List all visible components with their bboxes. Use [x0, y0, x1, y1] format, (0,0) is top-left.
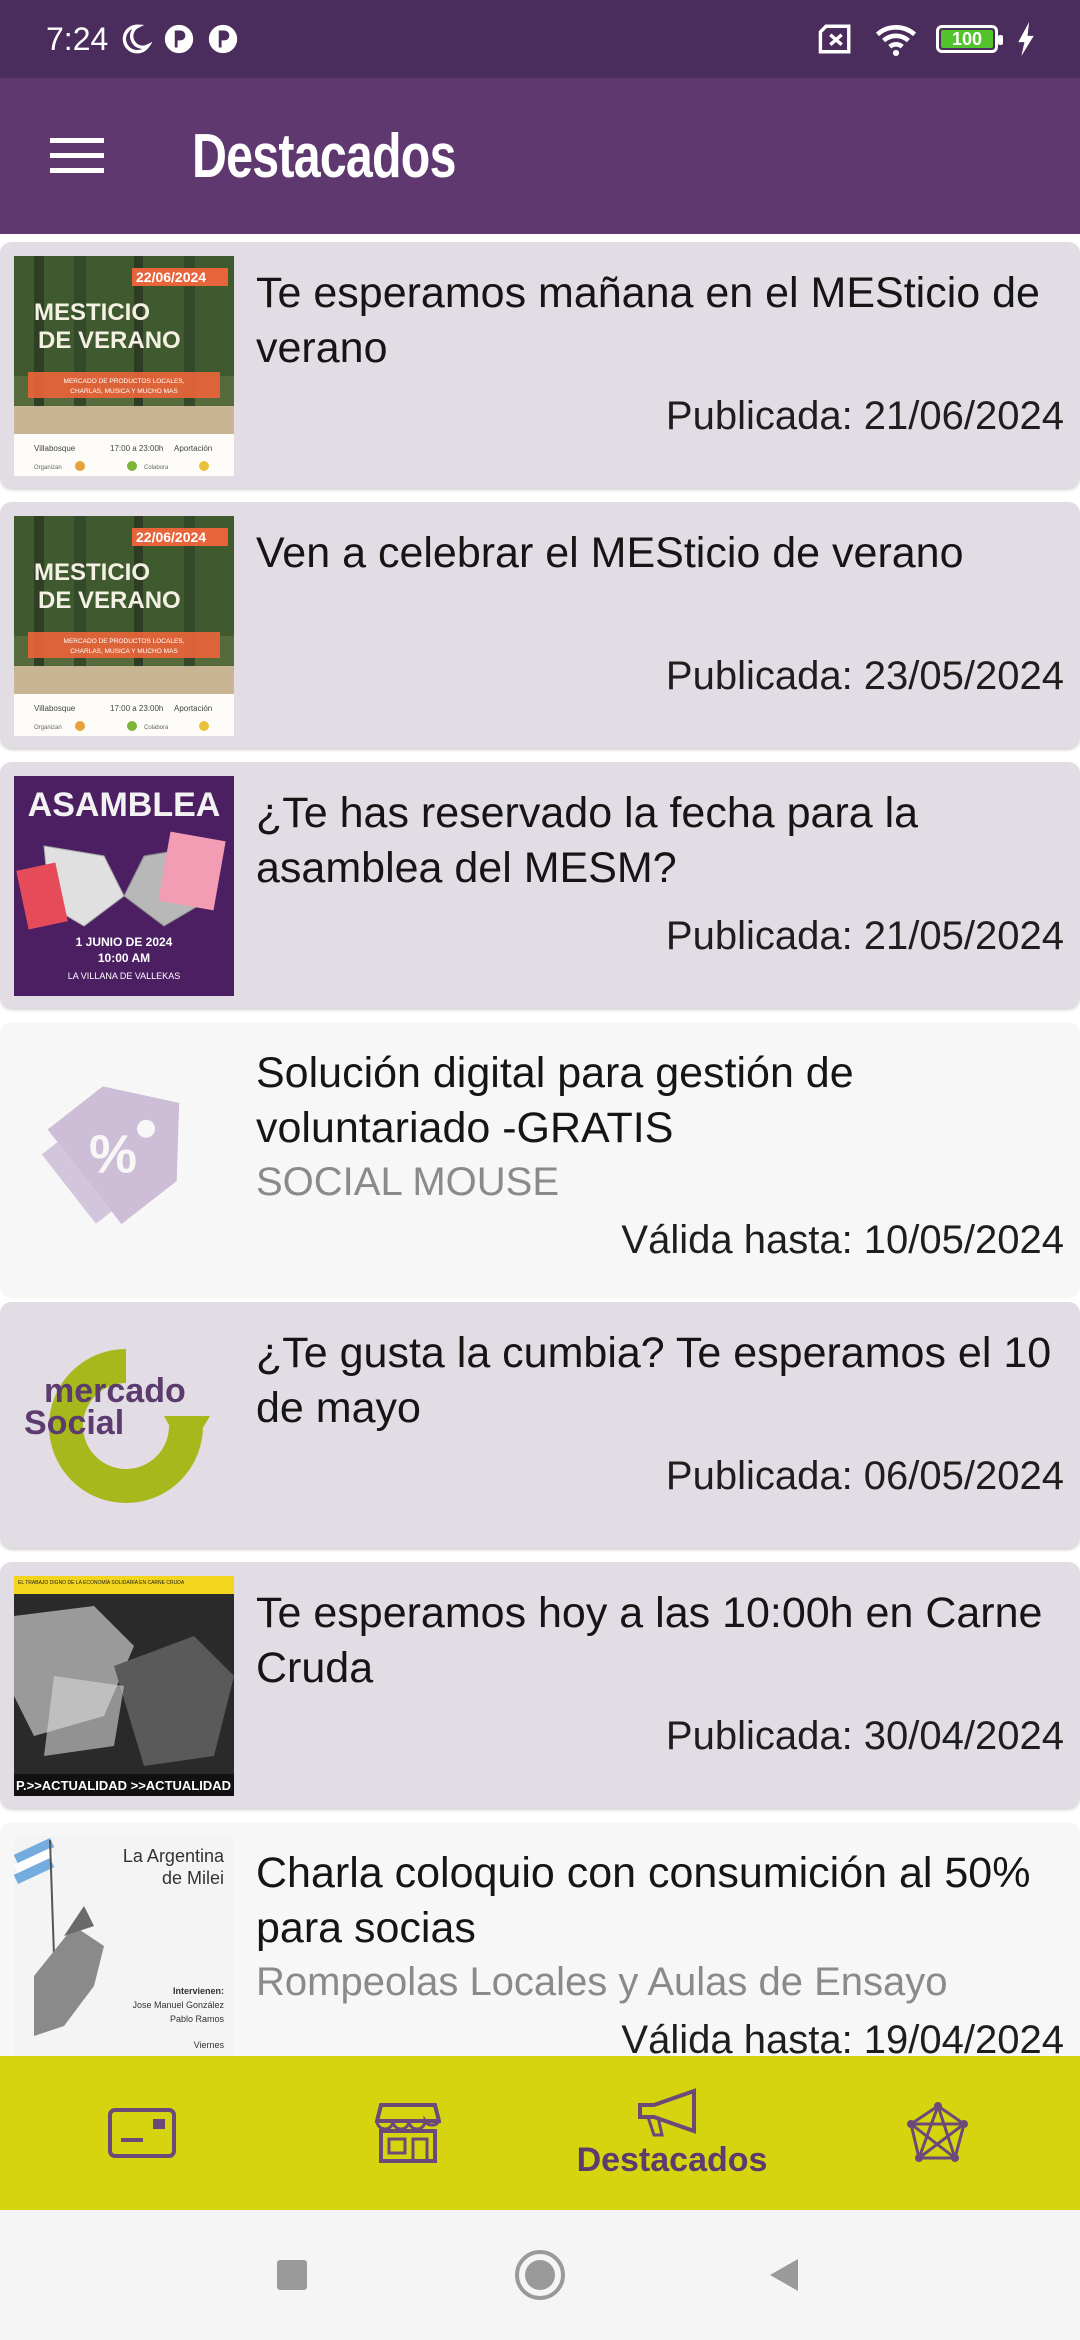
- item-title: Solución digital para gestión de volunta…: [256, 1049, 854, 1152]
- circle-icon: [515, 2250, 565, 2300]
- recent-apps-button[interactable]: [232, 2210, 352, 2340]
- store-icon: [375, 2103, 441, 2163]
- system-navigation-bar: [0, 2210, 1080, 2340]
- thumb-fee: Aportación: [174, 704, 212, 713]
- thumb-footer: Colabora: [144, 725, 169, 731]
- svg-text:CHARLAS, MUSICA Y MUCHO MAS: CHARLAS, MUSICA Y MUCHO MAS: [70, 648, 178, 655]
- item-valid-until: Válida hasta: 19/04/2024: [621, 2018, 1064, 2056]
- thumb-place: Villabosque: [34, 704, 76, 713]
- thumb-heading: MESTICIO: [34, 299, 150, 326]
- svg-text:MERCADO DE PRODUCTOS LOCALES,: MERCADO DE PRODUCTOS LOCALES,: [64, 638, 185, 645]
- item-date: Publicada: 21/06/2024: [665, 394, 1064, 438]
- nav-highlights[interactable]: Destacados: [542, 2056, 802, 2210]
- event-thumbnail: ASAMBLEA 1 JUNIO DE 2024 10:00 AM LA VIL…: [14, 776, 234, 996]
- list-item[interactable]: La Argentina de Milei Intervienen: Jose …: [0, 1822, 1080, 2056]
- thumb-place: LA VILLANA DE VALLEKAS: [68, 971, 180, 981]
- logo-text: Social: [24, 1404, 124, 1442]
- thumb-date: 22/06/2024: [136, 269, 206, 285]
- discount-tag-icon: %: [14, 1036, 234, 1256]
- thumb-footer: Organizan: [34, 465, 62, 471]
- highlights-list[interactable]: MESTICIO DE VERANO 22/06/2024 MERCADO DE…: [0, 234, 1080, 2056]
- nav-network[interactable]: [878, 2056, 998, 2210]
- event-thumbnail: mercado Social: [14, 1316, 234, 1536]
- notification-icon: [206, 22, 240, 56]
- thumb-heading: MESTICIO: [34, 559, 150, 586]
- square-icon: [277, 2260, 307, 2290]
- page-title: Destacados: [192, 121, 456, 191]
- status-bar: 7:24 100: [0, 0, 1080, 78]
- thumb-text: Pablo Ramos: [170, 2014, 225, 2024]
- thumb-footer: Colabora: [144, 465, 169, 471]
- item-date: Publicada: 30/04/2024: [665, 1714, 1064, 1758]
- battery-level: 100: [951, 28, 983, 49]
- item-valid-until: Válida hasta: 10/05/2024: [621, 1218, 1064, 1262]
- nav-store[interactable]: [348, 2056, 468, 2210]
- item-date: Publicada: 23/05/2024: [665, 654, 1064, 698]
- list-item[interactable]: ASAMBLEA 1 JUNIO DE 2024 10:00 AM LA VIL…: [0, 762, 1080, 1008]
- thumb-heading: de Milei: [162, 1868, 224, 1888]
- thumb-caption: EL TRABAJO DIGNO DE LA ECONOMÍA SOLIDARI…: [18, 1579, 185, 1586]
- app-bar: Destacados: [0, 78, 1080, 234]
- megaphone-icon: [638, 2087, 696, 2136]
- thumb-date: 22/06/2024: [136, 529, 206, 545]
- svg-text:MERCADO DE PRODUCTOS LOCALES,: MERCADO DE PRODUCTOS LOCALES,: [64, 378, 185, 385]
- moon-icon: [118, 22, 153, 56]
- thumb-hours: 17:00 a 23:00h: [110, 444, 163, 453]
- list-item[interactable]: % Solución digital para gestión de volun…: [0, 1022, 1080, 1298]
- thumb-heading: DE VERANO: [38, 587, 181, 614]
- thumb-heading: DE VERANO: [38, 327, 181, 354]
- card-icon: [108, 2108, 176, 2158]
- item-title: ¿Te has reservado la fecha para la asamb…: [256, 789, 919, 892]
- item-title: Charla coloquio con consumición al 50% p…: [256, 1849, 1031, 1952]
- back-button[interactable]: [724, 2210, 844, 2340]
- item-title: Ven a celebrar el MESticio de verano: [256, 529, 964, 577]
- svg-text:%: %: [89, 1125, 137, 1185]
- thumb-place: Villabosque: [34, 444, 76, 453]
- item-provider: SOCIAL MOUSE: [256, 1160, 560, 1204]
- back-triangle-icon: [770, 2259, 798, 2291]
- thumb-text: Jose Manuel González: [132, 2000, 224, 2010]
- status-right: 100: [816, 22, 1036, 56]
- hamburger-menu-icon[interactable]: [38, 117, 116, 195]
- battery-icon: 100: [936, 25, 1003, 53]
- status-time: 7:24: [46, 20, 109, 57]
- thumb-heading: ASAMBLEA: [28, 786, 221, 824]
- network-icon: [907, 2102, 968, 2162]
- item-title: Te esperamos hoy a las 10:00h en Carne C…: [256, 1589, 1043, 1692]
- list-item[interactable]: MESTICIO DE VERANO 22/06/2024 MERCADO DE…: [0, 242, 1080, 488]
- thumb-heading: La Argentina: [123, 1846, 225, 1866]
- item-title: ¿Te gusta la cumbia? Te esperamos el 10 …: [256, 1329, 1052, 1432]
- item-provider: Rompeolas Locales y Aulas de Ensayo: [256, 1960, 948, 2004]
- thumb-footer: Organizan: [34, 725, 62, 731]
- event-thumbnail: La Argentina de Milei Intervienen: Jose …: [14, 1836, 234, 2056]
- thumb-text: Viernes: [194, 2040, 225, 2050]
- thumb-hours: 17:00 a 23:00h: [110, 704, 163, 713]
- item-title: Te esperamos mañana en el MESticio de ve…: [256, 269, 1040, 372]
- list-item[interactable]: mercado Social ¿Te gusta la cumbia? Te e…: [0, 1302, 1080, 1548]
- thumb-fee: Aportación: [174, 444, 212, 453]
- event-thumbnail: EL TRABAJO DIGNO DE LA ECONOMÍA SOLIDARI…: [14, 1576, 234, 1796]
- item-date: Publicada: 21/05/2024: [665, 914, 1064, 958]
- thumb-date: 1 JUNIO DE 2024: [76, 935, 173, 949]
- thumb-time: 10:00 AM: [98, 951, 150, 965]
- charging-icon: [1016, 22, 1036, 56]
- status-left: 7:24: [46, 21, 240, 58]
- list-item[interactable]: MESTICIO DE VERANO 22/06/2024 MERCADO DE…: [0, 502, 1080, 748]
- item-date: Publicada: 06/05/2024: [665, 1454, 1064, 1498]
- sim-off-icon: [816, 22, 856, 56]
- thumb-caption: P.>>ACTUALIDAD >>ACTUALIDAD >>A: [16, 1778, 234, 1793]
- event-thumbnail: MESTICIO DE VERANO 22/06/2024 MERCADO DE…: [14, 516, 234, 736]
- wifi-icon: [874, 22, 918, 56]
- list-item[interactable]: EL TRABAJO DIGNO DE LA ECONOMÍA SOLIDARI…: [0, 1562, 1080, 1808]
- nav-label: Destacados: [576, 2140, 768, 2179]
- event-thumbnail: MESTICIO DE VERANO 22/06/2024 MERCADO DE…: [14, 256, 234, 476]
- bottom-navigation: Destacados: [0, 2056, 1080, 2210]
- svg-text:CHARLAS, MUSICA Y MUCHO MAS: CHARLAS, MUSICA Y MUCHO MAS: [70, 388, 178, 395]
- nav-card[interactable]: [82, 2056, 202, 2210]
- thumb-text: Intervienen:: [173, 1986, 224, 1996]
- notification-icon: [162, 22, 196, 56]
- home-button[interactable]: [480, 2210, 600, 2340]
